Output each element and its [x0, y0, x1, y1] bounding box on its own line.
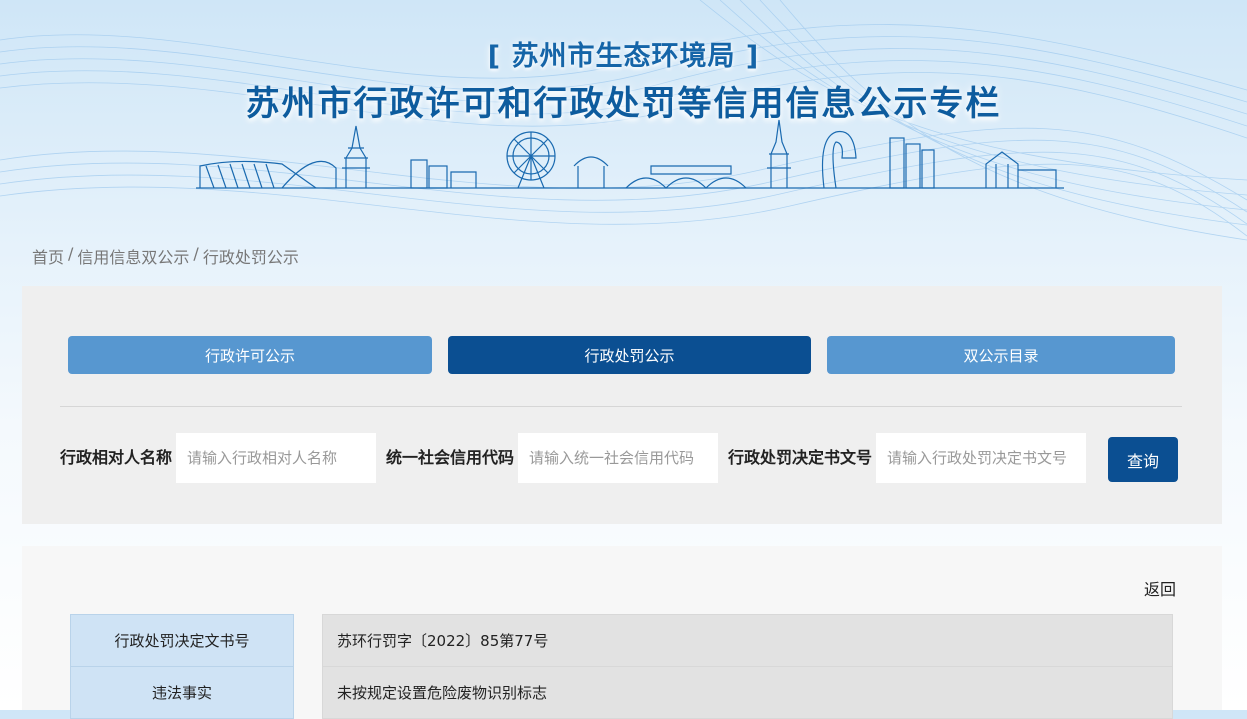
department-name: [ 苏州市生态环境局 ]: [487, 41, 760, 72]
credit-code-label: 统一社会信用代码: [386, 448, 515, 467]
table-row: 行政处罚决定文书号 苏环行罚字〔2022〕85第77号: [70, 614, 1173, 667]
row-gap: [293, 666, 323, 719]
penalty-detail-section: 返回 行政处罚决定文书号 苏环行罚字〔2022〕85第77号 违法事实 未按规定…: [22, 546, 1222, 719]
table-row: 违法事实 未按规定设置危险废物识别标志: [70, 666, 1173, 719]
party-name-input[interactable]: [176, 433, 376, 483]
row-key: 违法事实: [70, 666, 294, 719]
credit-code-input[interactable]: [518, 433, 718, 483]
row-value: 苏环行罚字〔2022〕85第77号: [322, 614, 1173, 667]
city-skyline-illustration: [196, 119, 1064, 189]
search-panel: 行政许可公示 行政处罚公示 双公示目录 行政相对人名称 统一社会信用代码 行政处…: [22, 286, 1222, 524]
back-link[interactable]: 返回: [1144, 576, 1176, 600]
tab-administrative-license[interactable]: 行政许可公示: [68, 336, 432, 374]
tab-administrative-penalty[interactable]: 行政处罚公示: [448, 336, 811, 374]
header-banner: [ 苏州市生态环境局 ] 苏州市行政许可和行政处罚等信用信息公示专栏 首页 / …: [0, 0, 1247, 290]
penalty-detail-table: 行政处罚决定文书号 苏环行罚字〔2022〕85第77号 违法事实 未按规定设置危…: [70, 614, 1173, 719]
tab-dual-publicity-catalog[interactable]: 双公示目录: [827, 336, 1175, 374]
breadcrumb-separator: /: [193, 244, 199, 263]
breadcrumb: 首页 / 信用信息双公示 / 行政处罚公示: [32, 244, 299, 268]
decision-number-input[interactable]: [876, 433, 1086, 483]
row-key: 行政处罚决定文书号: [70, 614, 294, 667]
query-button[interactable]: 查询: [1108, 437, 1178, 482]
row-gap: [293, 614, 323, 667]
party-name-label: 行政相对人名称: [60, 448, 173, 467]
breadcrumb-home-link[interactable]: 首页: [32, 244, 64, 268]
section-divider: [60, 406, 1182, 407]
breadcrumb-credit-info-link[interactable]: 信用信息双公示: [77, 244, 189, 268]
breadcrumb-separator: /: [68, 244, 74, 263]
row-value: 未按规定设置危险废物识别标志: [322, 666, 1173, 719]
decision-number-label: 行政处罚决定书文号: [728, 448, 873, 467]
breadcrumb-current: 行政处罚公示: [202, 248, 299, 267]
